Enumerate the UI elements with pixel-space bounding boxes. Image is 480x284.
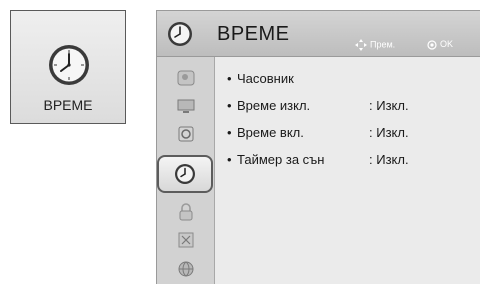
bullet: • [227,125,232,140]
move-hint: Прем. [355,39,395,51]
sidebar-item-lock[interactable] [167,199,205,225]
menu-item-label: Часовник [237,71,294,86]
move-hint-label: Прем. [370,39,396,50]
ok-hint: OK [427,39,453,50]
clock-icon [49,45,89,85]
globe-icon [178,261,194,277]
tile-label: ВРЕМЕ [43,97,93,113]
picture-icon [177,70,195,86]
sidebar-item-screen[interactable] [167,93,205,119]
bullet: • [227,98,232,113]
clock-icon [168,22,192,46]
speaker-icon [178,126,194,142]
sidebar-item-network[interactable] [167,255,205,281]
menu-item-value: : Изкл. [369,152,409,167]
menu-item-value: : Изкл. [369,98,409,113]
lock-icon [179,203,193,221]
menu-item-sleep-timer[interactable]: • Таймер за сън : Изкл. [227,152,467,170]
sidebar-item-time[interactable] [157,155,213,193]
menu-item-value: : Изкл. [369,125,409,140]
sidebar-item-picture[interactable] [167,65,205,91]
dpad-icon [355,39,367,51]
ok-button-icon [427,40,437,50]
ok-hint-label: OK [440,39,454,49]
page-title: ВРЕМЕ [217,23,290,45]
time-settings-panel: ВРЕМЕ Прем. OK • Часовник • Време изкл. … [156,10,480,284]
bullet: • [227,71,232,86]
menu-item-off-time[interactable]: • Време изкл. : Изкл. [227,98,467,116]
panel-header: ВРЕМЕ Прем. OK [157,11,480,57]
sidebar-item-options[interactable] [167,227,205,253]
menu-item-label: Време вкл. [237,125,304,140]
bullet: • [227,152,232,167]
category-sidebar [157,57,215,284]
menu-item-label: Таймер за сън [237,152,325,167]
sidebar-item-audio[interactable] [167,121,205,147]
screen-icon [177,99,195,113]
menu-item-clock[interactable]: • Часовник [227,71,467,89]
clock-icon [175,164,195,184]
menu-item-on-time[interactable]: • Време вкл. : Изкл. [227,125,467,143]
options-icon [178,232,194,248]
menu-item-label: Време изкл. [237,98,311,113]
time-menu-tile[interactable]: ВРЕМЕ [10,10,126,124]
